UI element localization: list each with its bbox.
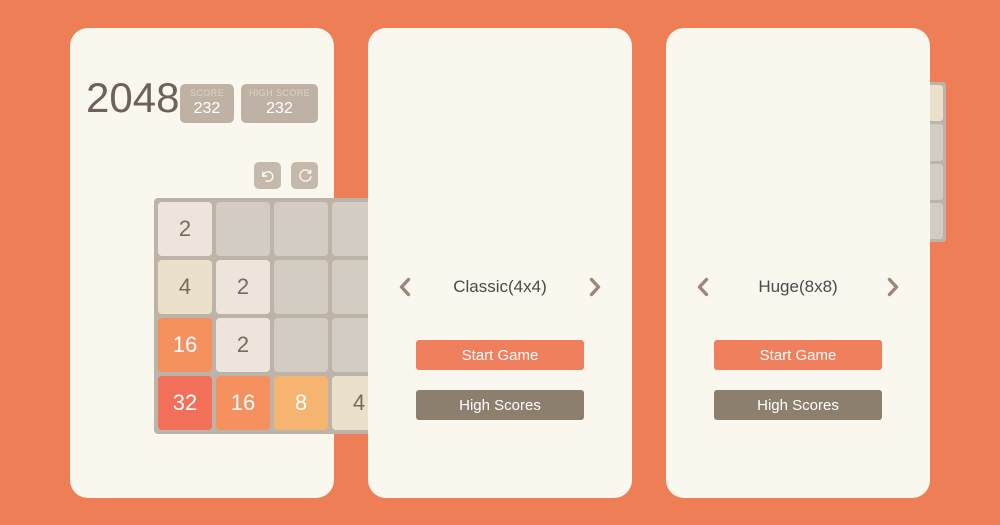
chevron-left-icon <box>697 277 709 297</box>
high-score-label: HIGH SCORE <box>248 88 310 98</box>
mode-label-classic: Classic(4x4) <box>453 277 547 296</box>
mode-prev-button-classic[interactable] <box>392 272 418 302</box>
chevron-right-icon <box>887 277 899 297</box>
page-title: 2048 <box>86 74 180 121</box>
mode-selector-classic: Classic(4x4) <box>392 271 608 303</box>
score-group: SCORE 232 HIGH SCORE 232 <box>179 84 318 123</box>
high-score-value: 232 <box>266 100 293 117</box>
tile-4: 4 <box>158 260 212 314</box>
high-scores-button-huge[interactable]: High Scores <box>714 390 882 420</box>
tile-empty <box>274 260 328 314</box>
tile-8: 8 <box>274 376 328 430</box>
tile-2: 2 <box>216 318 270 372</box>
tile-32: 32 <box>158 376 212 430</box>
tile-2: 2 <box>158 202 212 256</box>
mode-next-button-classic[interactable] <box>582 272 608 302</box>
mode-selector-huge: Huge(8x8) <box>690 271 906 303</box>
home-screen-panel: 2048 SCORE 232 HIGH SCORE 232 2 4 2 16 2… <box>70 28 390 498</box>
tile-empty <box>274 318 328 372</box>
chevron-left-icon <box>399 277 411 297</box>
mode-select-classic-panel: 1684432228164 Classic(4x4) Start Game Hi… <box>368 28 946 498</box>
start-game-button-huge[interactable]: Start Game <box>714 340 882 370</box>
restart-refresh-icon <box>298 168 312 182</box>
tile-empty <box>274 202 328 256</box>
mode-label-huge: Huge(8x8) <box>758 277 838 296</box>
chevron-right-icon <box>589 277 601 297</box>
score-value: 232 <box>193 100 221 117</box>
game-controls <box>254 162 318 189</box>
mode-prev-button-huge[interactable] <box>690 272 716 302</box>
score-box: SCORE 232 <box>179 84 234 123</box>
home-header: 2048 SCORE 232 HIGH SCORE 232 <box>86 74 318 130</box>
game-board-home[interactable]: 2 4 2 16 2 32 16 8 4 <box>154 198 390 434</box>
tile-16: 16 <box>158 318 212 372</box>
app-screenshot: 2048 SCORE 232 HIGH SCORE 232 2 4 2 16 2… <box>0 0 1000 525</box>
undo-arrow-icon <box>261 170 273 182</box>
high-score-box: HIGH SCORE 232 <box>240 84 318 123</box>
mode-select-huge-panel: 8128251283216482646443216812842432216816… <box>666 28 930 498</box>
tile-2: 2 <box>216 260 270 314</box>
restart-button[interactable] <box>291 162 318 189</box>
high-scores-button-classic[interactable]: High Scores <box>416 390 584 420</box>
mode-next-button-huge[interactable] <box>880 272 906 302</box>
undo-button[interactable] <box>254 162 281 189</box>
tile-empty <box>216 202 270 256</box>
tile-16: 16 <box>216 376 270 430</box>
start-game-button-classic[interactable]: Start Game <box>416 340 584 370</box>
score-label: SCORE <box>189 88 224 98</box>
